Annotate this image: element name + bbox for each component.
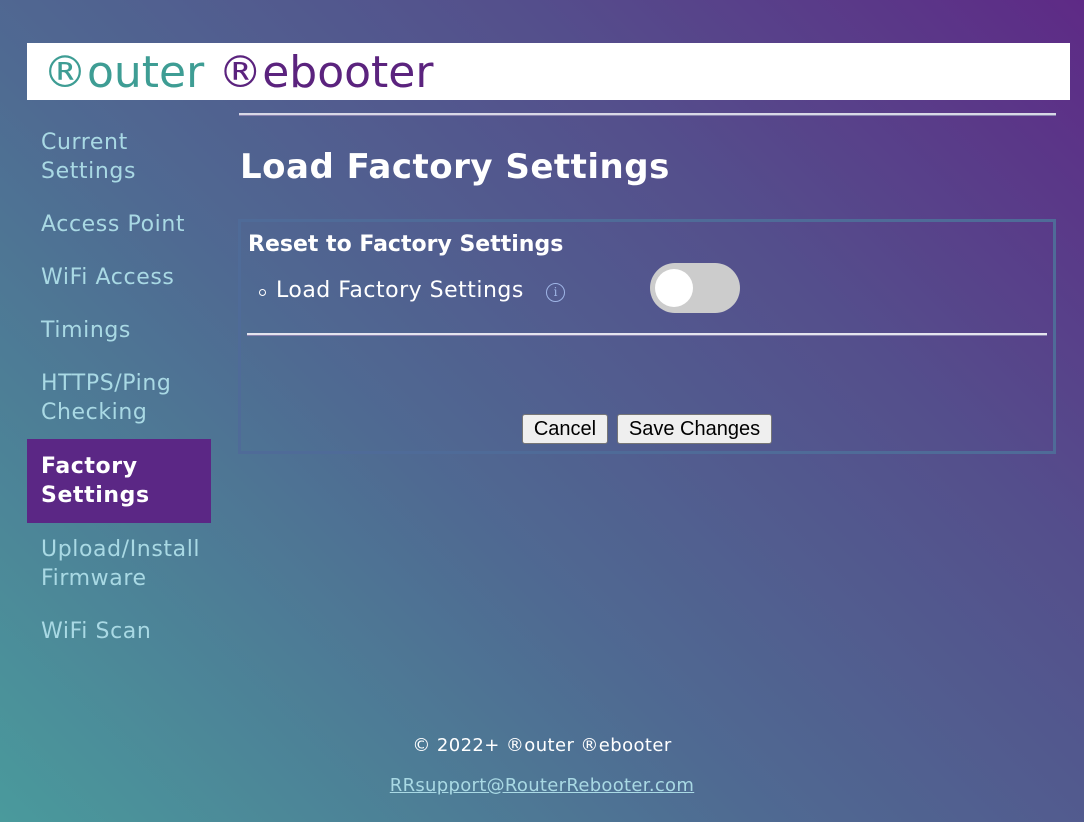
- header-banner: ®outer ®ebooter: [27, 43, 1070, 100]
- logo-router: ®outer: [43, 47, 205, 98]
- footer-email-wrapper: RRsupport@RouterRebooter.com: [0, 774, 1084, 798]
- info-icon[interactable]: i: [546, 283, 565, 302]
- settings-panel: Reset to Factory Settings Load Factory S…: [238, 219, 1056, 454]
- setting-label: Load Factory Settings: [276, 278, 524, 303]
- sidebar-item-upload-install-firmware[interactable]: Upload/Install Firmware: [27, 523, 211, 605]
- section-title: Reset to Factory Settings: [248, 232, 564, 257]
- sidebar-nav: Current Settings Access Point WiFi Acces…: [27, 116, 211, 658]
- save-changes-button[interactable]: Save Changes: [617, 414, 772, 444]
- panel-divider: [247, 333, 1047, 336]
- footer-copyright: © 2022+ ®outer ®ebooter: [412, 735, 672, 756]
- sidebar-item-timings[interactable]: Timings: [27, 304, 211, 357]
- toggle-knob: [655, 269, 693, 307]
- page-title: Load Factory Settings: [240, 147, 670, 187]
- sidebar-item-wifi-access[interactable]: WiFi Access: [27, 251, 211, 304]
- load-factory-toggle[interactable]: [650, 263, 740, 313]
- logo: ®outer ®ebooter: [43, 45, 433, 101]
- sidebar-item-https-ping-checking[interactable]: HTTPS/Ping Checking: [27, 357, 211, 439]
- cancel-button[interactable]: Cancel: [522, 414, 608, 444]
- top-divider: [239, 113, 1056, 116]
- sidebar-item-wifi-scan[interactable]: WiFi Scan: [27, 605, 211, 658]
- sidebar-item-current-settings[interactable]: Current Settings: [27, 116, 211, 198]
- support-email-link[interactable]: RRsupport@RouterRebooter.com: [390, 775, 694, 796]
- sidebar-item-access-point[interactable]: Access Point: [27, 198, 211, 251]
- logo-rebooter: ®ebooter: [218, 47, 434, 98]
- sidebar-item-factory-settings[interactable]: Factory Settings: [27, 439, 211, 523]
- bullet-icon: [259, 289, 266, 296]
